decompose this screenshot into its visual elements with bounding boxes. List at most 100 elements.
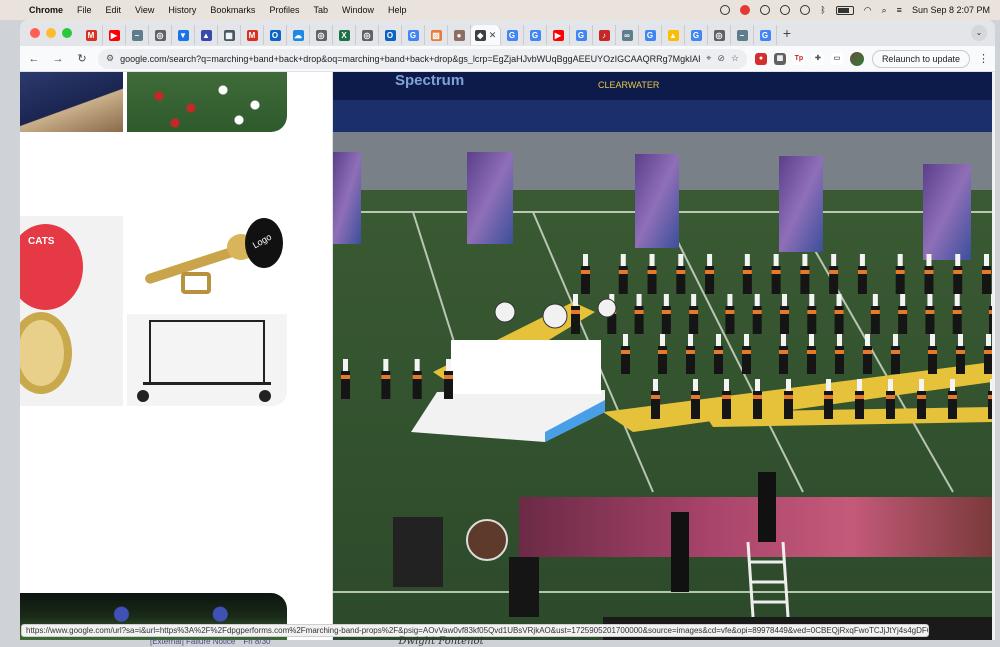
marcher-plume-1 <box>620 254 626 266</box>
tab-right-8[interactable]: G <box>685 25 708 45</box>
tab-3[interactable]: ◎ <box>149 25 172 45</box>
tab-9[interactable]: ☁ <box>287 25 310 45</box>
extensions-puzzle-icon[interactable]: ✚ <box>811 52 824 65</box>
marcher-sash-49 <box>886 395 895 399</box>
close-tab-icon[interactable]: ✕ <box>489 30 497 41</box>
tab-10[interactable]: ◎ <box>310 25 333 45</box>
control-center-icon[interactable]: ≡ <box>897 5 902 15</box>
menu-bookmarks[interactable]: Bookmarks <box>203 5 262 15</box>
marcher-sash-53 <box>341 375 350 379</box>
result-thumb-wildcats-horn[interactable]: CATS <box>20 216 123 406</box>
more-menu-icon[interactable]: ⋮ <box>978 52 989 65</box>
minimize-window-button[interactable] <box>46 28 56 38</box>
close-window-button[interactable] <box>30 28 40 38</box>
marcher-sash-42 <box>651 395 660 399</box>
search-icon[interactable]: ⌕ <box>882 5 887 16</box>
marcher-plume-31 <box>688 334 693 346</box>
zoom-window-button[interactable] <box>62 28 72 38</box>
menu-file[interactable]: File <box>70 5 99 15</box>
forward-button[interactable]: → <box>50 51 66 67</box>
menu-history[interactable]: History <box>161 5 203 15</box>
marcher-sash-29 <box>621 350 630 354</box>
tab-right-3[interactable]: G <box>570 25 593 45</box>
tab-2[interactable]: – <box>126 25 149 45</box>
tab-right-0[interactable]: G <box>501 25 524 45</box>
tab-search-button[interactable]: ⌄ <box>971 25 987 41</box>
excel-icon: X <box>338 29 350 41</box>
site-info-icon[interactable]: ⚙ <box>106 53 114 64</box>
menu-view[interactable]: View <box>128 5 161 15</box>
profile-avatar[interactable] <box>849 51 864 66</box>
menu-help[interactable]: Help <box>381 5 414 15</box>
marcher-sash-13 <box>982 270 991 274</box>
new-tab-button[interactable]: + <box>777 25 797 41</box>
tab-12[interactable]: ◎ <box>356 25 379 45</box>
clock-icon[interactable] <box>800 5 811 15</box>
triangle-icon: ▼ <box>177 29 189 41</box>
tab-right-9[interactable]: ◎ <box>708 25 731 45</box>
tab-4[interactable]: ▼ <box>172 25 195 45</box>
tab-right-4[interactable]: ♪ <box>593 25 616 45</box>
tab-1[interactable]: ▶ <box>103 25 126 45</box>
bookmark-star-icon[interactable]: ☆ <box>731 53 739 64</box>
eye-off-icon[interactable]: ⊘ <box>717 53 725 64</box>
bluetooth-icon[interactable]: ᛒ <box>820 5 825 15</box>
sidebar-icon[interactable]: ▭ <box>830 52 843 65</box>
tab-15[interactable]: ▧ <box>425 25 448 45</box>
tab-8[interactable]: O <box>264 25 287 45</box>
tab-right-6[interactable]: G <box>639 25 662 45</box>
status-app-icon[interactable] <box>720 5 731 15</box>
tab-14[interactable]: G <box>402 25 425 45</box>
tab-right-5[interactable]: ∞ <box>616 25 639 45</box>
play-icon[interactable] <box>760 5 771 15</box>
back-button[interactable]: ← <box>26 51 42 67</box>
marcher-sash-39 <box>928 350 937 354</box>
tab-right-2[interactable]: ▶ <box>547 25 570 45</box>
menu-tab[interactable]: Tab <box>306 5 335 15</box>
tab-right-1[interactable]: G <box>524 25 547 45</box>
tab-13[interactable]: O <box>379 25 402 45</box>
marcher-plume-38 <box>893 334 898 346</box>
tab-right-10[interactable]: – <box>731 25 754 45</box>
result-thumb-trumpet[interactable]: Logo <box>127 216 287 312</box>
wifi-icon[interactable]: ◠ <box>864 5 872 16</box>
menu-window[interactable]: Window <box>335 5 381 15</box>
menu-edit[interactable]: Edit <box>99 5 129 15</box>
menu-app-chrome[interactable]: Chrome <box>22 5 70 15</box>
result-thumb-band-field[interactable] <box>127 72 287 132</box>
address-bar[interactable]: ⚙ google.com/search?q=marching+band+back… <box>98 48 747 69</box>
extension-grid-icon[interactable]: ▦ <box>773 52 786 65</box>
marcher-sash-25 <box>898 310 908 314</box>
google-icon: G <box>575 29 587 41</box>
marcher-sash-35 <box>807 350 816 354</box>
tab-16[interactable]: ● <box>448 25 471 45</box>
marcher-sash-10 <box>895 270 905 274</box>
image-preview-panel[interactable]: Spectrum CLEARWATER <box>333 72 992 640</box>
tab-6[interactable]: ▦ <box>218 25 241 45</box>
google-icon: G <box>506 29 518 41</box>
tab-0[interactable]: M <box>80 25 103 45</box>
tab-11[interactable]: X <box>333 25 356 45</box>
result-thumb-rolling-rack[interactable] <box>127 314 287 406</box>
result-thumb-band-closeup[interactable] <box>20 72 123 132</box>
tab-7[interactable]: M <box>241 25 264 45</box>
extension-tp-icon[interactable]: Tp <box>792 52 805 65</box>
relaunch-button[interactable]: Relaunch to update <box>871 49 970 68</box>
marcher-sash-37 <box>863 350 872 354</box>
tab-5[interactable]: ▲ <box>195 25 218 45</box>
screen-icon[interactable] <box>780 5 791 15</box>
tab-right-7[interactable]: ▲ <box>662 25 685 45</box>
battery-icon[interactable] <box>835 5 854 15</box>
location-icon[interactable]: ⌖ <box>706 53 711 64</box>
clock-text[interactable]: Sun Sep 8 2:07 PM <box>912 5 990 15</box>
reload-button[interactable]: ↻ <box>74 51 90 67</box>
extension-red-icon[interactable]: ● <box>754 52 767 65</box>
record-icon[interactable] <box>740 5 751 15</box>
marcher-sash-23 <box>834 310 844 314</box>
tab-right-11[interactable]: G <box>754 25 777 45</box>
marcher-plume-47 <box>826 379 831 391</box>
tab-active[interactable]: ◆ ✕ <box>471 25 501 45</box>
page-scrollbar[interactable] <box>992 72 995 640</box>
menu-profiles[interactable]: Profiles <box>262 5 306 15</box>
url-text[interactable]: google.com/search?q=marching+band+back+d… <box>120 54 700 64</box>
